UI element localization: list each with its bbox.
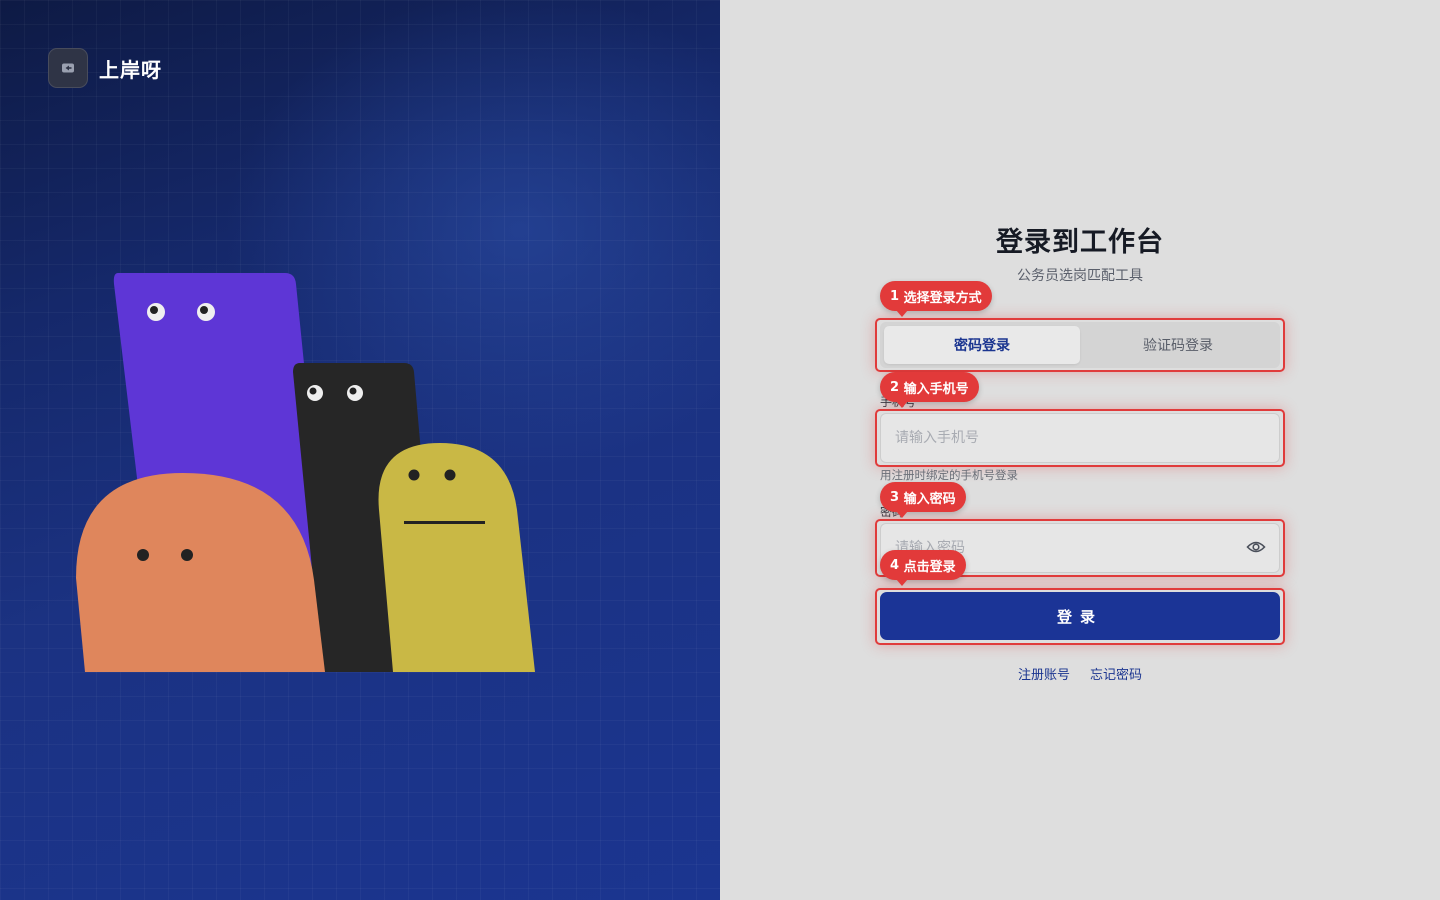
guide-step-4: 4 点击登录	[880, 550, 966, 586]
guide-step-number: 1	[890, 288, 900, 304]
guide-step-3: 3 输入密码	[880, 482, 966, 518]
step-1-highlight	[875, 318, 1285, 372]
guide-step-text: 点击登录	[903, 559, 956, 575]
guide-step-text: 选择登录方式	[903, 290, 982, 306]
step-4-highlight	[875, 588, 1285, 645]
character-illustration	[76, 273, 535, 672]
page-title: 登录到工作台	[996, 227, 1164, 258]
guide-step-text: 输入密码	[903, 491, 956, 507]
page-subtitle: 公务员选岗匹配工具	[1017, 268, 1143, 284]
guide-step-text: 输入手机号	[903, 381, 969, 397]
yellow-character	[378, 443, 535, 672]
register-link[interactable]: 注册账号	[1018, 664, 1070, 683]
auth-links: 注册账号 忘记密码	[720, 664, 1440, 683]
phone-hint: 用注册时绑定的手机号登录	[880, 468, 1018, 482]
guide-step-number: 3	[890, 489, 900, 505]
forgot-password-link[interactable]: 忘记密码	[1090, 664, 1142, 683]
guide-step-2: 2 输入手机号	[880, 372, 979, 408]
guide-step-1: 1 选择登录方式	[880, 281, 992, 317]
guide-step-number: 2	[890, 379, 900, 395]
login-panel: 登录到工作台 公务员选岗匹配工具 密码登录 验证码登录 手机号 用注册时绑定的手…	[720, 0, 1440, 900]
brand-panel: 上岸呀	[0, 0, 720, 900]
guide-step-number: 4	[890, 557, 900, 573]
step-2-highlight	[875, 409, 1285, 467]
